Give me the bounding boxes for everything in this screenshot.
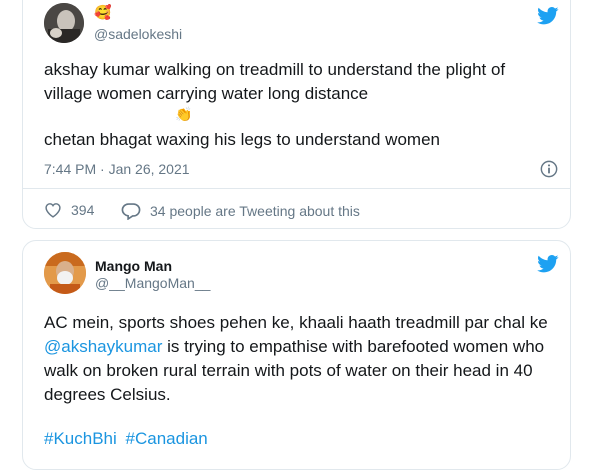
hashtag-row: #KuchBhi #Canadian [44, 429, 208, 449]
info-icon[interactable] [540, 160, 558, 178]
avatar-image [44, 252, 86, 294]
hashtag-kuchbhi[interactable]: #KuchBhi [44, 429, 117, 448]
conversation-action[interactable]: 34 people are Tweeting about this [121, 202, 360, 220]
smiling-hearts-emoji: 🥰 [94, 4, 112, 20]
tweet-text: AC mein, sports shoes pehen ke, khaali h… [44, 311, 559, 407]
tweet-text-line-2: chetan bhagat waxing his legs to underst… [44, 130, 440, 149]
conversation-label: 34 people are Tweeting about this [150, 203, 360, 219]
hashtag-canadian[interactable]: #Canadian [126, 429, 208, 448]
clapping-hands-emoji: 👏 [175, 106, 193, 122]
avatar-image [44, 3, 84, 43]
tweet-timestamp[interactable]: 7:44 PM · Jan 26, 2021 [44, 161, 190, 177]
like-count: 394 [71, 202, 95, 218]
display-name[interactable]: Mango Man [95, 258, 172, 274]
mention-link[interactable]: @akshaykumar [44, 337, 162, 356]
like-action[interactable]: 394 [44, 202, 94, 218]
chat-bubble-icon [121, 203, 141, 220]
twitter-bird-icon[interactable] [537, 7, 559, 25]
tweet-text-before: AC mein, sports shoes pehen ke, khaali h… [44, 313, 548, 332]
heart-icon [45, 203, 61, 218]
tweet-handle[interactable]: @__MangoMan__ [95, 275, 210, 291]
tweet-card-mangoman[interactable]: Mango Man @__MangoMan__ AC mein, sports … [22, 240, 571, 470]
tweet-card-sadelokeshi[interactable]: 🥰 @sadelokeshi akshay kumar walking on t… [22, 0, 571, 229]
avatar-mangoman[interactable] [44, 252, 86, 294]
avatar-sadelokeshi[interactable] [44, 3, 84, 43]
tweet-divider [23, 188, 570, 189]
tweet-handle[interactable]: @sadelokeshi [94, 26, 182, 42]
twitter-bird-icon[interactable] [537, 255, 559, 273]
tweet-text-line-1: akshay kumar walking on treadmill to und… [44, 60, 506, 103]
